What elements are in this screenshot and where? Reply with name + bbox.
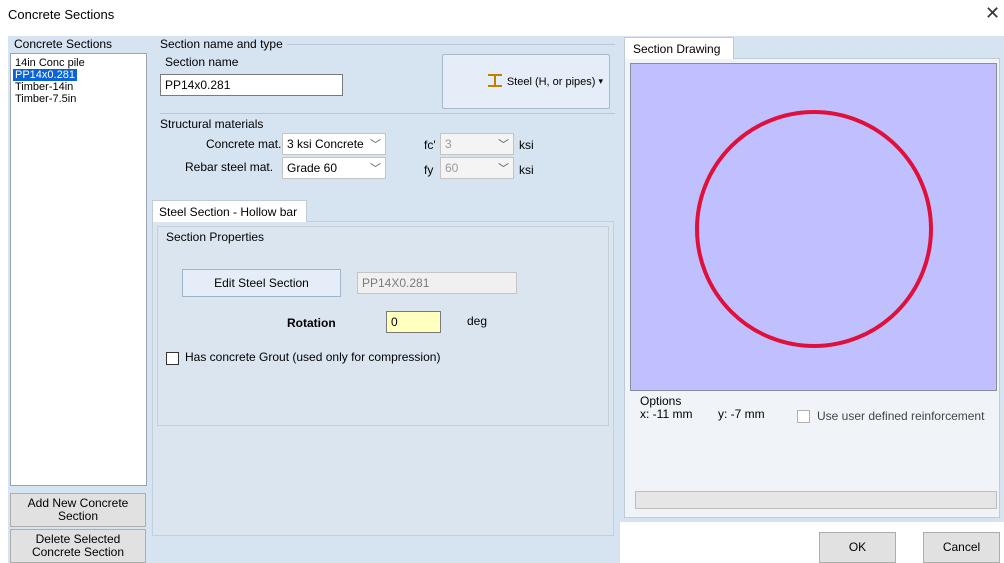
section-drawing-svg bbox=[695, 110, 933, 348]
rebar-mat-label: Rebar steel mat. bbox=[185, 160, 274, 174]
fc-unit: ksi bbox=[519, 138, 534, 152]
user-reinforcement-label: Use user defined reinforcement bbox=[817, 409, 985, 423]
delete-section-button[interactable]: Delete Selected Concrete Section bbox=[10, 529, 146, 563]
rotation-input[interactable]: 0 bbox=[386, 311, 441, 333]
add-section-button[interactable]: Add New Concrete Section bbox=[10, 493, 146, 527]
chevron-down-icon: ﹀ bbox=[498, 163, 509, 175]
window-title: Concrete Sections bbox=[8, 7, 115, 22]
ok-label: OK bbox=[848, 540, 867, 554]
section-drawing-canvas[interactable] bbox=[630, 63, 997, 391]
pipe-section-circle bbox=[695, 110, 933, 348]
grout-checkbox[interactable] bbox=[166, 352, 179, 365]
fy-select: 60 ﹀ bbox=[440, 157, 514, 179]
delete-section-label: Delete Selected Concrete Section bbox=[31, 532, 125, 559]
section-name-input[interactable]: PP14x0.281 bbox=[160, 74, 343, 96]
section-type-label: Steel (H, or pipes) bbox=[506, 75, 596, 88]
progress-bar bbox=[635, 491, 997, 509]
fy-unit: ksi bbox=[519, 163, 534, 177]
group-divider bbox=[287, 44, 615, 45]
close-icon[interactable]: ✕ bbox=[985, 4, 1000, 22]
cancel-button[interactable]: Cancel bbox=[923, 532, 1000, 563]
rotation-unit: deg bbox=[467, 314, 488, 328]
concrete-mat-value: 3 ksi Concrete bbox=[287, 137, 364, 151]
fc-value: 3 bbox=[445, 137, 452, 151]
i-beam-icon bbox=[487, 73, 503, 90]
grout-label: Has concrete Grout (used only for compre… bbox=[185, 350, 441, 364]
fy-label: fy bbox=[424, 163, 434, 177]
concrete-mat-label: Concrete mat. bbox=[206, 137, 282, 151]
chevron-down-icon: ﹀ bbox=[498, 139, 509, 151]
y-coordinate-readout: y: -7 mm bbox=[718, 407, 765, 421]
options-label: Options bbox=[640, 394, 682, 408]
fc-label: fc' bbox=[424, 138, 436, 152]
rebar-mat-select[interactable]: Grade 60 ﹀ bbox=[282, 157, 386, 179]
list-item-selected[interactable]: PP14x0.281 bbox=[13, 69, 77, 81]
sections-panel-header: Concrete Sections bbox=[14, 37, 113, 51]
concrete-mat-select[interactable]: 3 ksi Concrete ﹀ bbox=[282, 133, 386, 155]
chevron-down-icon: ﹀ bbox=[370, 139, 381, 151]
sections-list[interactable]: 14in Conc pile PP14x0.281 Timber-14in Ti… bbox=[10, 53, 147, 486]
section-properties-group bbox=[157, 226, 609, 426]
tab-section-drawing[interactable]: Section Drawing bbox=[624, 37, 734, 59]
steel-section-value-field: PP14X0.281 bbox=[357, 272, 517, 294]
materials-group-label: Structural materials bbox=[160, 117, 264, 131]
section-name-label: Section name bbox=[165, 55, 239, 69]
group-divider bbox=[160, 113, 615, 114]
list-item[interactable]: Timber-14in bbox=[13, 81, 75, 93]
rotation-label: Rotation bbox=[287, 316, 336, 330]
user-reinforcement-checkbox[interactable] bbox=[797, 410, 810, 423]
tab-label: Steel Section - Hollow bar bbox=[159, 205, 298, 219]
ok-button[interactable]: OK bbox=[819, 532, 896, 563]
chevron-down-icon: ﹀ bbox=[370, 163, 381, 175]
add-section-label: Add New Concrete Section bbox=[27, 496, 129, 523]
cancel-label: Cancel bbox=[942, 540, 981, 554]
tab-label: Section Drawing bbox=[633, 42, 721, 56]
list-item[interactable]: 14in Conc pile bbox=[13, 57, 87, 69]
chevron-down-icon: ▾ bbox=[598, 76, 603, 86]
section-type-button[interactable]: Steel (H, or pipes) ▾ bbox=[442, 54, 610, 109]
x-coordinate-readout: x: -11 mm bbox=[640, 407, 693, 421]
tab-steel-hollow-bar[interactable]: Steel Section - Hollow bar bbox=[152, 200, 307, 222]
fy-value: 60 bbox=[445, 161, 459, 175]
edit-steel-section-button[interactable]: Edit Steel Section bbox=[182, 269, 341, 297]
fc-select: 3 ﹀ bbox=[440, 133, 514, 155]
rebar-mat-value: Grade 60 bbox=[287, 161, 338, 175]
list-item[interactable]: Timber-7.5in bbox=[13, 93, 78, 105]
edit-steel-section-label: Edit Steel Section bbox=[214, 275, 309, 290]
section-properties-label: Section Properties bbox=[166, 230, 265, 244]
name-type-group-label: Section name and type bbox=[160, 37, 283, 51]
